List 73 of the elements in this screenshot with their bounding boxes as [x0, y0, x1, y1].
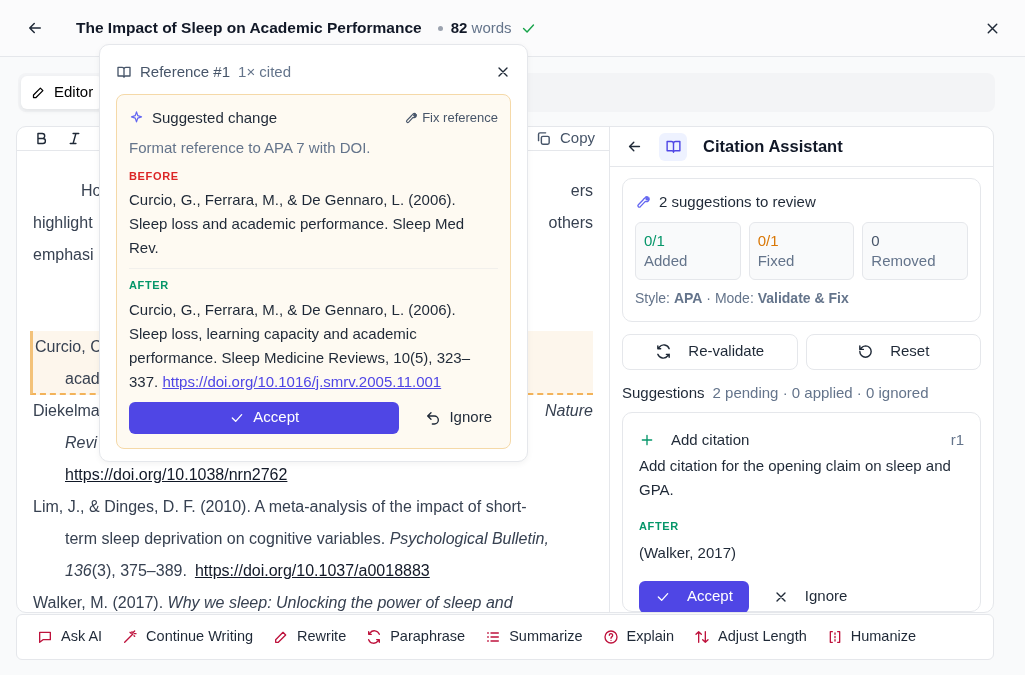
action-button[interactable]: Humanize [826, 626, 917, 648]
doi-link[interactable]: https://doi.org/10.1016/j.smrv.2005.11.001 [162, 372, 442, 390]
suggestion-text: (Walker, 2017) [639, 543, 737, 563]
stat-label: Removed [871, 250, 937, 271]
book-icon [659, 132, 687, 161]
stat-value: 0 [871, 230, 881, 251]
panel-title: Citation Assistant [703, 136, 843, 158]
pen-icon [31, 85, 46, 100]
document-title: The Impact of Sleep on Academic Performance [75, 18, 422, 39]
document-text: highlight [33, 212, 93, 233]
action-button[interactable]: Explain [602, 626, 675, 648]
document-text: term sleep deprivation on cognitive variables. Psychological Bulletin, [65, 528, 549, 549]
action-button[interactable]: Ask AI [37, 626, 103, 648]
word-count: 82 words [450, 17, 512, 38]
document-text: Diekelma [33, 400, 100, 421]
after-label: AFTER [129, 278, 170, 293]
sparkle-icon [129, 110, 144, 126]
ignore-button[interactable]: Ignore [764, 584, 856, 609]
refresh-icon [366, 629, 383, 645]
section-heading: Suggestions [622, 382, 705, 403]
popover-title: Reference #1 [140, 62, 231, 82]
arrows-icon [694, 629, 711, 645]
chat-icon [37, 629, 53, 645]
cited-count: 1× cited [238, 62, 292, 82]
reset-button[interactable]: Reset [805, 333, 981, 370]
stat-label: Added [644, 250, 689, 271]
suggestion-description: Format reference to APA 7 with DOI. [129, 138, 372, 158]
style-mode-text: Style: APA · Mode: Validate & Fix [635, 288, 850, 308]
document-text: emphasi [33, 244, 94, 265]
separator-dot [437, 25, 443, 31]
refresh-icon [655, 343, 673, 360]
document-text: Lim, J., & Dinges, D. F. (2010). A meta-analysis of the impact of short- [33, 496, 527, 517]
suggestion-counts: 2 pending · 0 applied · 0 ignored [712, 382, 929, 403]
document-text: Nature [544, 400, 593, 421]
wrench-icon [404, 110, 419, 125]
accept-button[interactable]: Accept [639, 580, 749, 612]
after-label: AFTER [639, 518, 680, 534]
action-button[interactable]: Adjust Length [694, 626, 807, 648]
stat-label: Fixed [757, 250, 796, 271]
document-text: acad [65, 368, 100, 389]
ignore-button[interactable]: Ignore [419, 405, 498, 430]
list-icon [485, 629, 502, 645]
action-button[interactable]: Rewrite [273, 626, 347, 648]
stat-value: 0/1 [757, 230, 780, 251]
document-text: ers [570, 180, 593, 201]
summary-heading: 2 suggestions to review [659, 192, 816, 212]
wand-icon [122, 629, 139, 645]
before-label: BEFORE [129, 168, 180, 184]
fix-reference-button[interactable]: Fix reference [404, 108, 498, 128]
stat-value: 0/1 [644, 230, 666, 251]
action-button[interactable]: Continue Writing [122, 626, 254, 648]
suggestion-text: Add citation for the opening claim on sleep and GPA. [639, 455, 952, 500]
action-button[interactable]: Paraphrase [366, 626, 466, 648]
document-text: Walker, M. (2017). Why we sleep: Unlocking the power of sleep and [33, 592, 513, 612]
reference-id: r1 [950, 430, 964, 450]
undo-icon [425, 409, 442, 426]
doi-link[interactable]: https://doi.org/10.1037/a0018883 [194, 554, 430, 587]
reference-text: Curcio, G., Ferrara, M., & De Gennaro, L. (2006). Sleep loss, learning capacity and academic performance. Sleep Medicine Reviews, 10(5), 323–337. https://doi.org/10.1016/j.smrv.2005.11.001 [129, 299, 471, 392]
revalidate-button[interactable]: Re-validate [622, 333, 798, 370]
accept-button[interactable]: Accept [129, 401, 400, 434]
reset-icon [857, 343, 875, 360]
suggestion-title: Suggested change [152, 107, 278, 128]
document-text: Revi [65, 432, 97, 453]
reference-text: Curcio, G., Ferrara, M., & De Gennaro, L. (2006). Sleep loss and academic performance. Sleep Med Rev. [129, 190, 466, 258]
action-button[interactable]: Summarize [485, 626, 583, 648]
book-icon [116, 64, 132, 81]
document-text: 136(3), 375–389. [65, 560, 187, 581]
help-icon [602, 629, 619, 645]
copy-button[interactable]: Copy [534, 127, 595, 150]
suggestion-title: Add citation [671, 430, 750, 450]
wrench-icon [635, 194, 651, 211]
doi-link[interactable]: https://doi.org/10.1038/nrn2762 [65, 458, 288, 491]
document-text: others [548, 212, 593, 233]
